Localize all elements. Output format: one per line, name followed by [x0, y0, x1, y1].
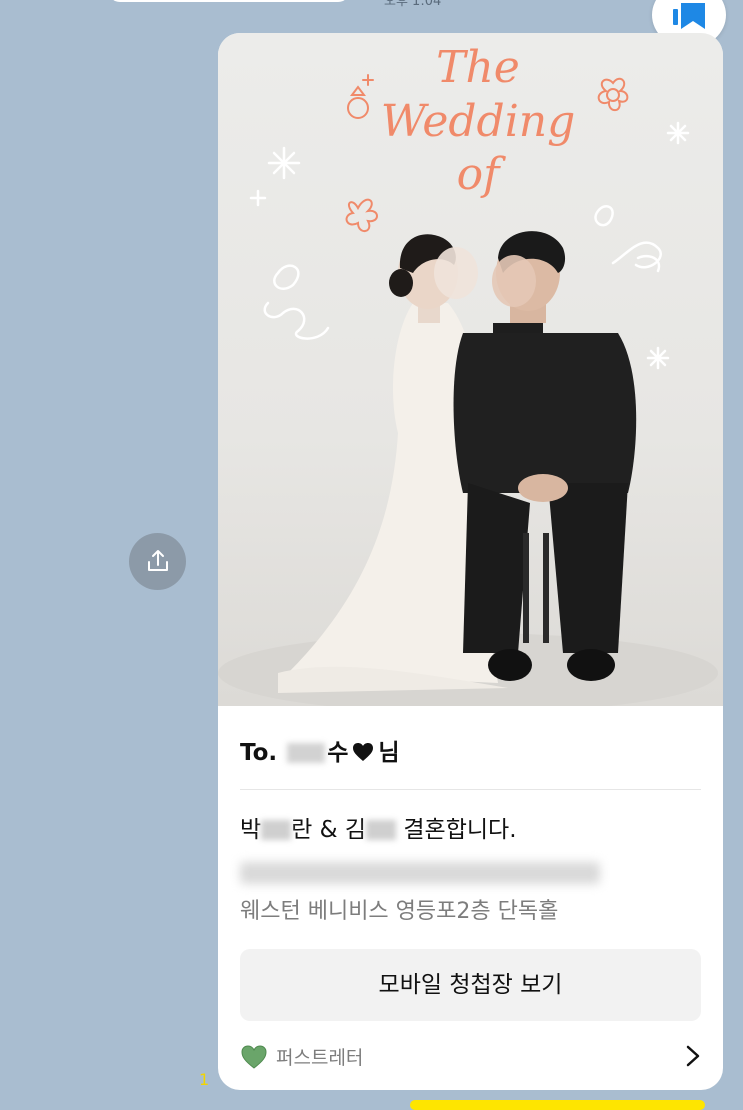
- ampersand: &: [319, 817, 338, 843]
- announce-tail: 결혼합니다.: [403, 817, 517, 843]
- green-heart-icon: [241, 1045, 267, 1069]
- blurred-name: [287, 743, 326, 763]
- message-time: 오후 1:04: [384, 0, 442, 9]
- honorific: 님: [378, 740, 400, 766]
- next-message-bubble: [410, 1100, 705, 1110]
- title-line-1: The: [436, 42, 520, 93]
- blurred-name: [366, 820, 397, 840]
- recipient-line: To. 수 님: [240, 733, 400, 767]
- view-mobile-invitation-button[interactable]: 모바일 청첩장 보기: [240, 949, 701, 1021]
- bookmark-icon: [673, 3, 705, 29]
- recipient-name-suffix: 수: [327, 740, 349, 766]
- to-prefix: To.: [240, 740, 278, 766]
- chevron-right-icon[interactable]: [685, 1044, 701, 1068]
- divider: [240, 789, 701, 790]
- share-button[interactable]: [129, 533, 186, 590]
- unread-count: 1: [199, 1070, 210, 1089]
- blurred-date: [240, 862, 600, 884]
- title-line-2: Wedding: [380, 95, 576, 147]
- wedding-title: The Wedding of: [368, 41, 588, 202]
- blurred-name: [261, 820, 292, 840]
- wedding-announcement: 박 란 & 김 결혼합니다.: [240, 810, 517, 844]
- black-heart-icon: [353, 743, 374, 761]
- groom-surname: 박: [240, 817, 262, 843]
- card-footer[interactable]: 퍼스트레터: [240, 1041, 701, 1073]
- bride-surname: 김: [344, 817, 367, 843]
- venue-text: 웨스턴 베니비스 영등포2층 단독홀: [240, 899, 559, 924]
- couple-photo[interactable]: The Wedding of: [218, 33, 723, 706]
- groom-last: 란: [291, 817, 313, 843]
- previous-message-bubble: [108, 0, 350, 2]
- wedding-invitation-card[interactable]: The Wedding of To. 수 님 박 란 & 김 결혼합니다. 웨스턴 …: [218, 33, 723, 1090]
- brand-name: 퍼스트레터: [276, 1047, 364, 1069]
- title-line-3: of: [456, 149, 500, 201]
- share-icon: [148, 550, 168, 571]
